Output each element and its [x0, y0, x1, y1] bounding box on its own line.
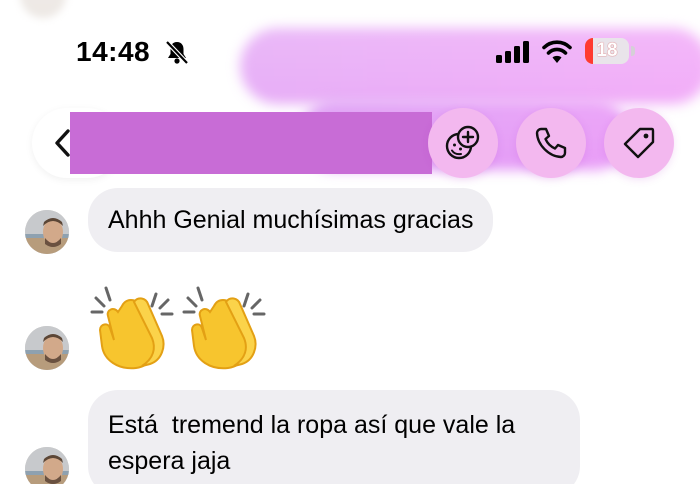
avatar-photo — [25, 210, 69, 254]
clapping-hands-icon — [182, 286, 266, 370]
status-time: 14:48 — [76, 36, 151, 67]
avatar-photo — [25, 447, 69, 484]
clapping-hands-icon — [90, 286, 174, 370]
message-text: Ahhh Genial muchísimas gracias — [108, 206, 474, 234]
contact-name-redacted[interactable] — [70, 112, 432, 174]
avatar[interactable] — [25, 326, 69, 370]
avatar[interactable] — [25, 447, 69, 484]
message-bubble[interactable]: Ahhh Genial muchísimas gracias — [88, 188, 494, 252]
bell-slash-icon — [165, 40, 189, 65]
cellular-signal-icon — [496, 41, 529, 63]
label-button[interactable] — [604, 108, 674, 178]
chat-screen: 14:48 18 Ahhh Genial muchísimas gracias … — [0, 0, 700, 484]
avatar[interactable] — [25, 210, 69, 254]
tag-icon — [623, 127, 655, 159]
battery-cap — [631, 46, 635, 56]
battery-percentage: 18 — [596, 40, 618, 61]
message-text: Está tremend la ropa así que vale la esp… — [108, 411, 523, 475]
chevron-left-icon[interactable] — [52, 128, 72, 158]
add-emoji-icon — [445, 125, 480, 160]
avatar-photo — [25, 326, 69, 370]
wifi-icon — [542, 40, 572, 63]
battery-indicator: 18 — [585, 38, 629, 64]
call-button[interactable] — [516, 108, 586, 178]
message-bubble[interactable]: Está tremend la ropa así que vale la esp… — [88, 390, 580, 484]
phone-icon — [535, 127, 567, 159]
add-emoji-button[interactable] — [428, 108, 498, 178]
